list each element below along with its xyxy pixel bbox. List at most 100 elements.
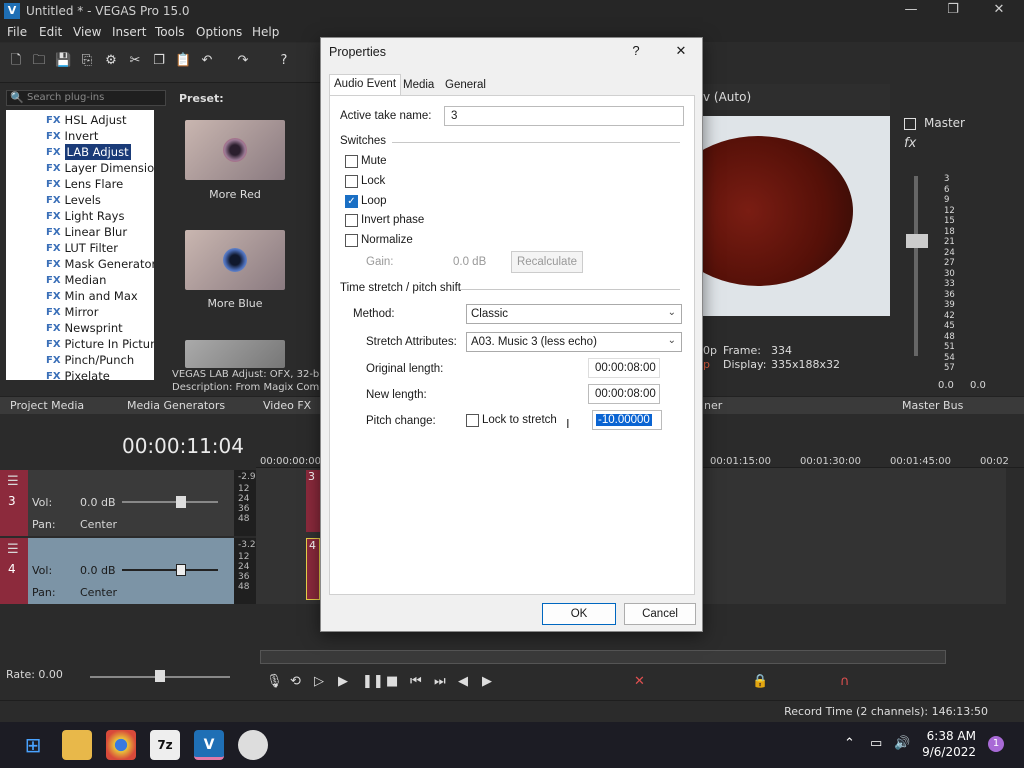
menu-edit[interactable]: Edit — [39, 25, 62, 39]
menu-view[interactable]: View — [73, 25, 101, 39]
tab-project-media[interactable]: Project Media — [10, 399, 84, 412]
plugin-item[interactable]: FX HSL Adjust — [46, 112, 127, 128]
switch-checkbox[interactable]: ✓ — [345, 194, 358, 208]
switch-checkbox[interactable] — [345, 174, 358, 188]
loop-icon[interactable]: ⟲ — [290, 674, 301, 689]
snap-icon[interactable]: ∩ — [840, 674, 850, 689]
play-icon[interactable]: ▶ — [338, 674, 348, 689]
preset-thumb-more-blue[interactable] — [185, 230, 285, 290]
recalculate-button[interactable]: Recalculate — [511, 251, 583, 273]
audio-event-track-4[interactable]: 4 — [306, 538, 320, 600]
tab-general[interactable]: General — [441, 76, 490, 96]
tab-mixer-fragment[interactable]: ner — [704, 399, 722, 412]
switch-checkbox[interactable] — [345, 155, 358, 168]
master-checkbox[interactable] — [904, 118, 916, 130]
plugin-item[interactable]: FX Pinch/Punch — [46, 352, 134, 368]
track-header[interactable]: ☰ 4 — [0, 538, 28, 604]
render-icon[interactable]: ⎘ — [79, 53, 95, 69]
plugin-item[interactable]: FX Median — [46, 272, 106, 288]
vol-slider[interactable] — [122, 501, 218, 503]
vegas-taskbar-icon[interactable]: V — [194, 730, 224, 760]
vol-slider-handle[interactable] — [176, 564, 186, 576]
plugin-item[interactable]: FX Levels — [46, 192, 101, 208]
pause-icon[interactable]: ❚❚ — [362, 674, 384, 689]
active-take-field[interactable]: 3 — [444, 106, 684, 126]
plugin-item[interactable]: FX Min and Max — [46, 288, 138, 304]
search-plugins-input[interactable]: 🔍 Search plug-ins — [6, 90, 166, 106]
new-length-field[interactable]: 00:00:08:00 — [588, 384, 660, 404]
plugin-item[interactable]: FX Linear Blur — [46, 224, 127, 240]
original-length-field[interactable]: 00:00:08:00 — [588, 358, 660, 378]
plugin-item[interactable]: FX LAB Adjust — [46, 144, 131, 160]
chrome-icon[interactable] — [106, 730, 136, 760]
dialog-close-button[interactable]: ✕ — [671, 43, 691, 61]
plugin-list[interactable]: FX HSL Adjust FX Invert FX LAB Adjust FX Layer … — [6, 110, 154, 380]
7zip-icon[interactable]: 7z — [150, 730, 180, 760]
tab-media[interactable]: Media — [399, 76, 438, 96]
prev-frame-icon[interactable]: ◀ — [458, 674, 468, 689]
save-icon[interactable]: 💾 — [55, 53, 71, 69]
plugin-item[interactable]: FX Picture In Picture — [46, 336, 154, 352]
next-frame-icon[interactable]: ▶ — [482, 674, 492, 689]
track-menu-icon[interactable]: ☰ — [7, 474, 19, 489]
plugin-item[interactable]: FX Invert — [46, 128, 98, 144]
network-icon[interactable]: ▭ — [870, 736, 882, 751]
copy-icon[interactable]: ❐ — [151, 53, 167, 69]
file-explorer-icon[interactable] — [62, 730, 92, 760]
clock[interactable]: 6:38 AM 9/6/2022 — [922, 728, 976, 760]
ok-button[interactable]: OK — [542, 603, 616, 625]
dialog-help-button[interactable]: ? — [626, 43, 646, 61]
preset-thumb-partial[interactable] — [185, 340, 285, 368]
method-select[interactable]: Classic ⌄ — [466, 304, 682, 324]
gear-icon[interactable]: ⚙ — [103, 53, 119, 69]
rate-slider-handle[interactable] — [155, 670, 165, 682]
cut-icon[interactable]: ✂ — [127, 53, 143, 69]
switch-checkbox[interactable] — [345, 234, 358, 248]
paste-icon[interactable]: 📋 — [175, 53, 191, 69]
preview-quality[interactable]: v (Auto) — [703, 90, 751, 104]
menu-tools[interactable]: Tools — [155, 25, 185, 39]
notification-badge[interactable]: 1 — [988, 736, 1004, 752]
go-to-start-icon[interactable]: ⏮ — [410, 674, 422, 689]
plugin-item[interactable]: FX Newsprint — [46, 320, 123, 336]
close-button[interactable]: ✕ — [984, 2, 1014, 20]
record-icon[interactable]: 🎙 — [266, 674, 283, 689]
tab-master-bus[interactable]: Master Bus — [902, 399, 963, 412]
volume-icon[interactable]: 🔊 — [894, 736, 910, 751]
plugin-item[interactable]: FX Lens Flare — [46, 176, 123, 192]
minimize-button[interactable]: — — [896, 2, 926, 20]
menu-insert[interactable]: Insert — [112, 25, 146, 39]
track-4[interactable]: ☰ 4 Vol: 0.0 dB Pan: Center -3.2 12 24 3… — [0, 538, 256, 604]
whats-this-icon[interactable]: ? — [276, 53, 292, 69]
plugin-item[interactable]: FX Mirror — [46, 304, 98, 320]
lock-to-stretch-checkbox[interactable] — [466, 414, 479, 427]
timeline-scrollbar[interactable] — [260, 650, 946, 664]
menu-file[interactable]: File — [7, 25, 27, 39]
plugin-item[interactable]: FX Pixelate — [46, 368, 110, 380]
plugin-item[interactable]: FXLayer Dimensional — [46, 160, 154, 176]
plugin-item[interactable]: FX Light Rays — [46, 208, 124, 224]
plugin-item[interactable]: FX LUT Filter — [46, 240, 118, 256]
new-icon[interactable]: 🗋 — [8, 53, 24, 69]
go-to-end-icon[interactable]: ⏭ — [434, 674, 446, 689]
vol-slider[interactable] — [122, 569, 218, 571]
start-icon[interactable]: ⊞ — [18, 730, 48, 760]
chevron-up-icon[interactable]: ⌃ — [844, 736, 855, 751]
restore-button[interactable]: ❐ — [938, 2, 968, 20]
menu-options[interactable]: Options — [196, 25, 242, 39]
play-from-start-icon[interactable]: ▷ — [314, 674, 324, 689]
tab-media-generators[interactable]: Media Generators — [127, 399, 225, 412]
pitch-change-field[interactable]: -10.00000 — [592, 410, 662, 430]
tab-audio-event[interactable]: Audio Event — [329, 74, 402, 96]
open-icon[interactable]: 🗀 — [31, 53, 47, 69]
fx-icon[interactable]: fx — [904, 136, 916, 151]
cancel-button[interactable]: Cancel — [624, 603, 696, 625]
plugin-item[interactable]: FX Mask Generator — [46, 256, 154, 272]
menu-help[interactable]: Help — [252, 25, 279, 39]
delete-icon[interactable]: ✕ — [634, 674, 645, 689]
undo-icon[interactable]: ↶ — [199, 53, 215, 69]
master-fader-handle[interactable] — [906, 234, 928, 248]
track-3[interactable]: ☰ 3 Vol: 0.0 dB Pan: Center -2.9 12 24 3… — [0, 470, 256, 536]
stretch-attributes-select[interactable]: A03. Music 3 (less echo) ⌄ — [466, 332, 682, 352]
audio-event-track-3[interactable]: 3 — [306, 470, 320, 532]
